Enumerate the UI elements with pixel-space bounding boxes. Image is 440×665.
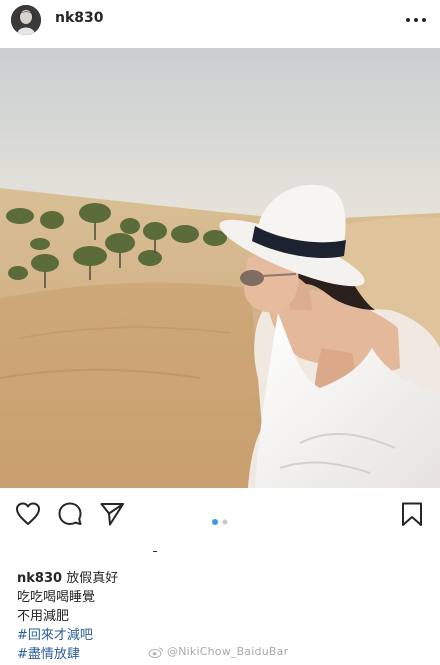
watermark-text: @NikiChow_BaiduBar — [167, 645, 289, 658]
more-horizontal-icon[interactable] — [406, 13, 426, 27]
carousel-dot — [222, 519, 228, 525]
weibo-icon — [148, 647, 163, 658]
comment-icon[interactable] — [56, 500, 84, 528]
carousel-indicator — [210, 510, 232, 525]
watermark: @NikiChow_BaiduBar — [148, 645, 288, 658]
caption-line-3: 不用減肥 — [17, 609, 70, 624]
send-icon[interactable] — [98, 500, 126, 528]
caption-username[interactable]: nk830 — [17, 571, 62, 586]
instagram-post: nk830 nk830 放假真好 吃吃喝喝睡覺 不用減肥 #回來才減吧 #盡情放… — [0, 0, 440, 665]
post-photo[interactable] — [0, 48, 440, 488]
divider — [153, 551, 157, 552]
carousel-dot-active — [212, 519, 218, 525]
post-header: nk830 — [0, 0, 440, 40]
hashtag-link[interactable]: #回來才減吧 — [17, 626, 417, 645]
caption-line-2: 吃吃喝喝睡覺 — [17, 590, 96, 605]
avatar[interactable] — [11, 5, 41, 35]
heart-icon[interactable] — [14, 500, 42, 528]
post-username[interactable]: nk830 — [55, 10, 104, 26]
caption-line-1: 放假真好 — [66, 571, 119, 586]
bookmark-icon[interactable] — [398, 500, 426, 528]
